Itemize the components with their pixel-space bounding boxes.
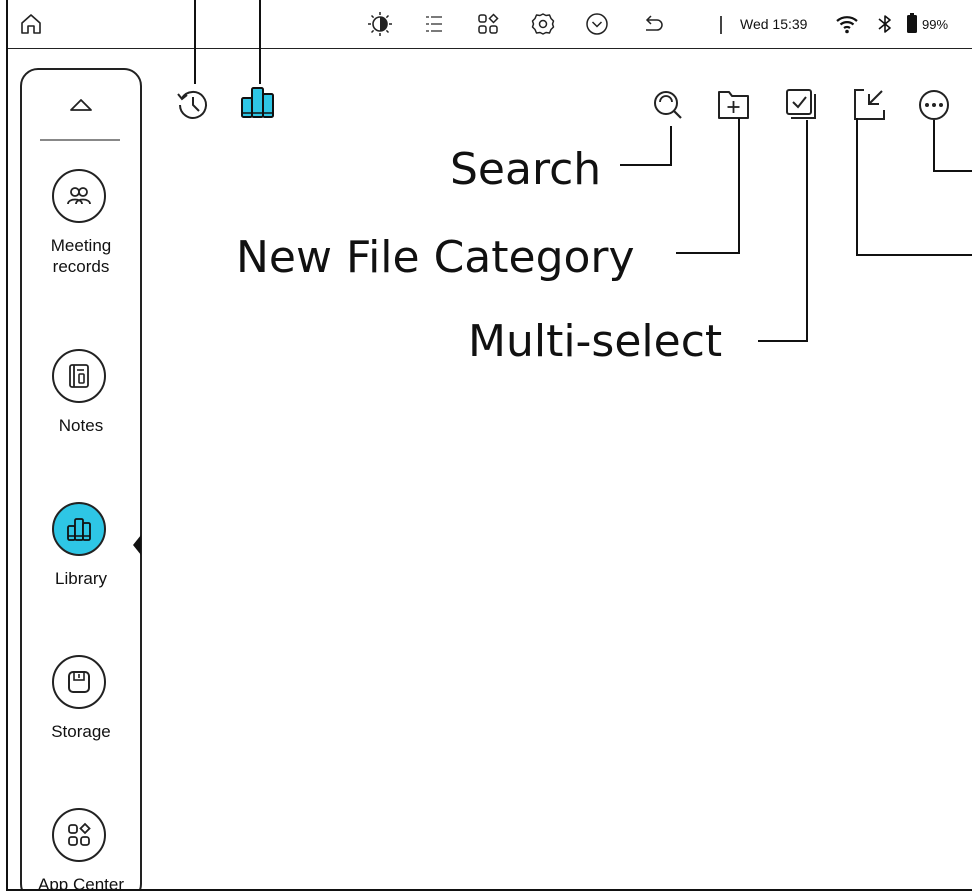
settings-icon[interactable]	[530, 11, 556, 37]
sidebar: Meeting records Notes Library Storage Ap…	[20, 68, 142, 891]
new-file-category-callout-horizontal	[676, 252, 740, 254]
bluetooth-icon[interactable]	[872, 11, 898, 37]
import-callout-vertical	[856, 118, 858, 256]
multi-select-icon[interactable]	[783, 86, 821, 124]
library-screen: Wed 15:39 99% Meeting records Notes Libr…	[0, 0, 972, 891]
multi-select-callout-vertical	[806, 120, 808, 342]
more-callout-vertical	[933, 120, 935, 172]
battery-level: 99%	[922, 17, 949, 32]
battery-icon	[907, 13, 917, 33]
status-divider	[720, 16, 722, 34]
books-icon	[52, 502, 106, 556]
search-callout-vertical	[670, 126, 672, 166]
import-callout-horizontal	[856, 254, 972, 256]
new-file-category-callout-vertical	[738, 118, 740, 254]
new-folder-icon[interactable]	[715, 86, 753, 124]
home-icon[interactable]	[18, 11, 44, 37]
sidebar-item-label: Notes	[58, 416, 104, 435]
search-callout-label: Search	[450, 144, 602, 195]
sidebar-item-label: Library	[55, 569, 107, 588]
list-icon[interactable]	[421, 11, 447, 37]
clock: Wed 15:39	[740, 16, 808, 32]
sidebar-item-label: Storage	[51, 722, 111, 741]
status-bar: Wed 15:39 99%	[8, 0, 972, 49]
bookshelf-icon[interactable]	[239, 84, 277, 122]
history-icon[interactable]	[174, 86, 212, 124]
more-callout-horizontal	[933, 170, 972, 172]
multi-select-callout-label: Multi-select	[468, 316, 723, 367]
active-item-indicator	[133, 535, 141, 555]
multi-select-callout-horizontal	[758, 340, 808, 342]
storage-icon	[52, 655, 106, 709]
dropdown-icon[interactable]	[584, 11, 610, 37]
color-mode-icon[interactable]	[367, 11, 393, 37]
history-callout-line	[194, 0, 196, 84]
people-icon	[52, 169, 106, 223]
app-center-icon	[52, 808, 106, 862]
back-icon[interactable]	[640, 11, 666, 37]
chevron-up-icon[interactable]	[67, 94, 95, 114]
wifi-icon[interactable]	[834, 11, 860, 37]
search-icon[interactable]	[649, 86, 687, 124]
device-frame	[6, 0, 972, 891]
sidebar-divider	[40, 139, 120, 141]
search-callout-horizontal	[620, 164, 672, 166]
new-file-category-callout-label: New File Category	[236, 232, 635, 283]
more-icon[interactable]	[915, 86, 953, 124]
apps-icon[interactable]	[475, 11, 501, 37]
notebook-icon	[52, 349, 106, 403]
sidebar-item-label: App Center	[38, 875, 124, 891]
bookshelf-callout-line	[259, 0, 261, 84]
sidebar-item-label: Meeting records	[50, 236, 112, 276]
